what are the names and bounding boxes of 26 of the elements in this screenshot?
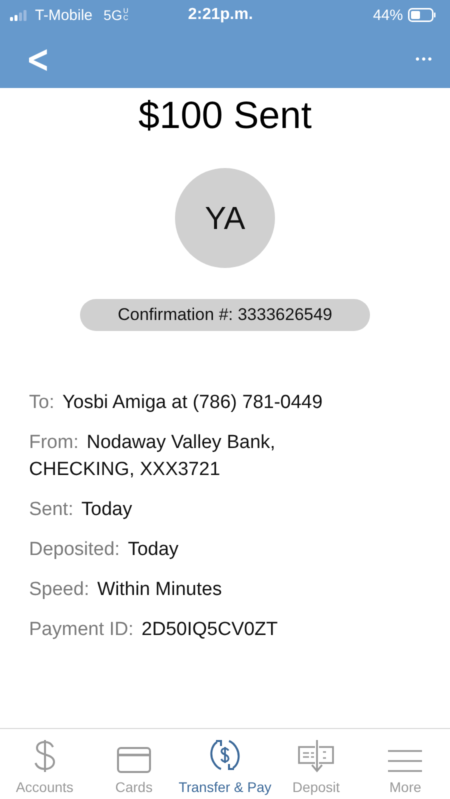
- check-deposit-icon: [297, 739, 336, 773]
- back-button[interactable]: <: [22, 37, 53, 81]
- detail-row-text: Sent: Today: [29, 498, 134, 522]
- dollar-icon: [32, 739, 58, 773]
- tab[interactable]: More: [360, 729, 450, 797]
- tab[interactable]: Cards: [89, 729, 179, 797]
- avatar: YA: [175, 168, 275, 268]
- confirmation-pill: Confirmation #: 3333626549: [80, 299, 370, 331]
- battery-percent: 44%: [372, 6, 403, 24]
- clock-time: 2:21p.m.: [188, 6, 253, 24]
- page-title: $100 Sent: [138, 94, 312, 138]
- detail-row-text: Speed: Within Minutes: [29, 578, 223, 602]
- tab[interactable]: Accounts: [0, 729, 90, 797]
- carrier-name: T-Mobile: [35, 6, 93, 24]
- detail-row-text: Deposited: Today: [29, 538, 180, 562]
- detail-row-text: Payment ID: 2D50IQ5CV0ZT: [29, 618, 279, 642]
- network-label: 5G: [104, 7, 122, 23]
- menu-icon: [388, 749, 422, 773]
- detail-row-text: To: Yosbi Amiga at (786) 781-0449: [29, 391, 324, 415]
- more-button[interactable]: •••: [415, 48, 434, 70]
- tab[interactable]: Deposit: [271, 729, 361, 797]
- card-icon: [116, 747, 151, 773]
- detail-row-text: From: Nodaway Valley Bank, CHECKING, XXX3721: [29, 431, 276, 482]
- battery-icon: [408, 8, 436, 22]
- signal-icon: [10, 10, 28, 20]
- tab[interactable]: Transfer & Pay: [178, 729, 272, 797]
